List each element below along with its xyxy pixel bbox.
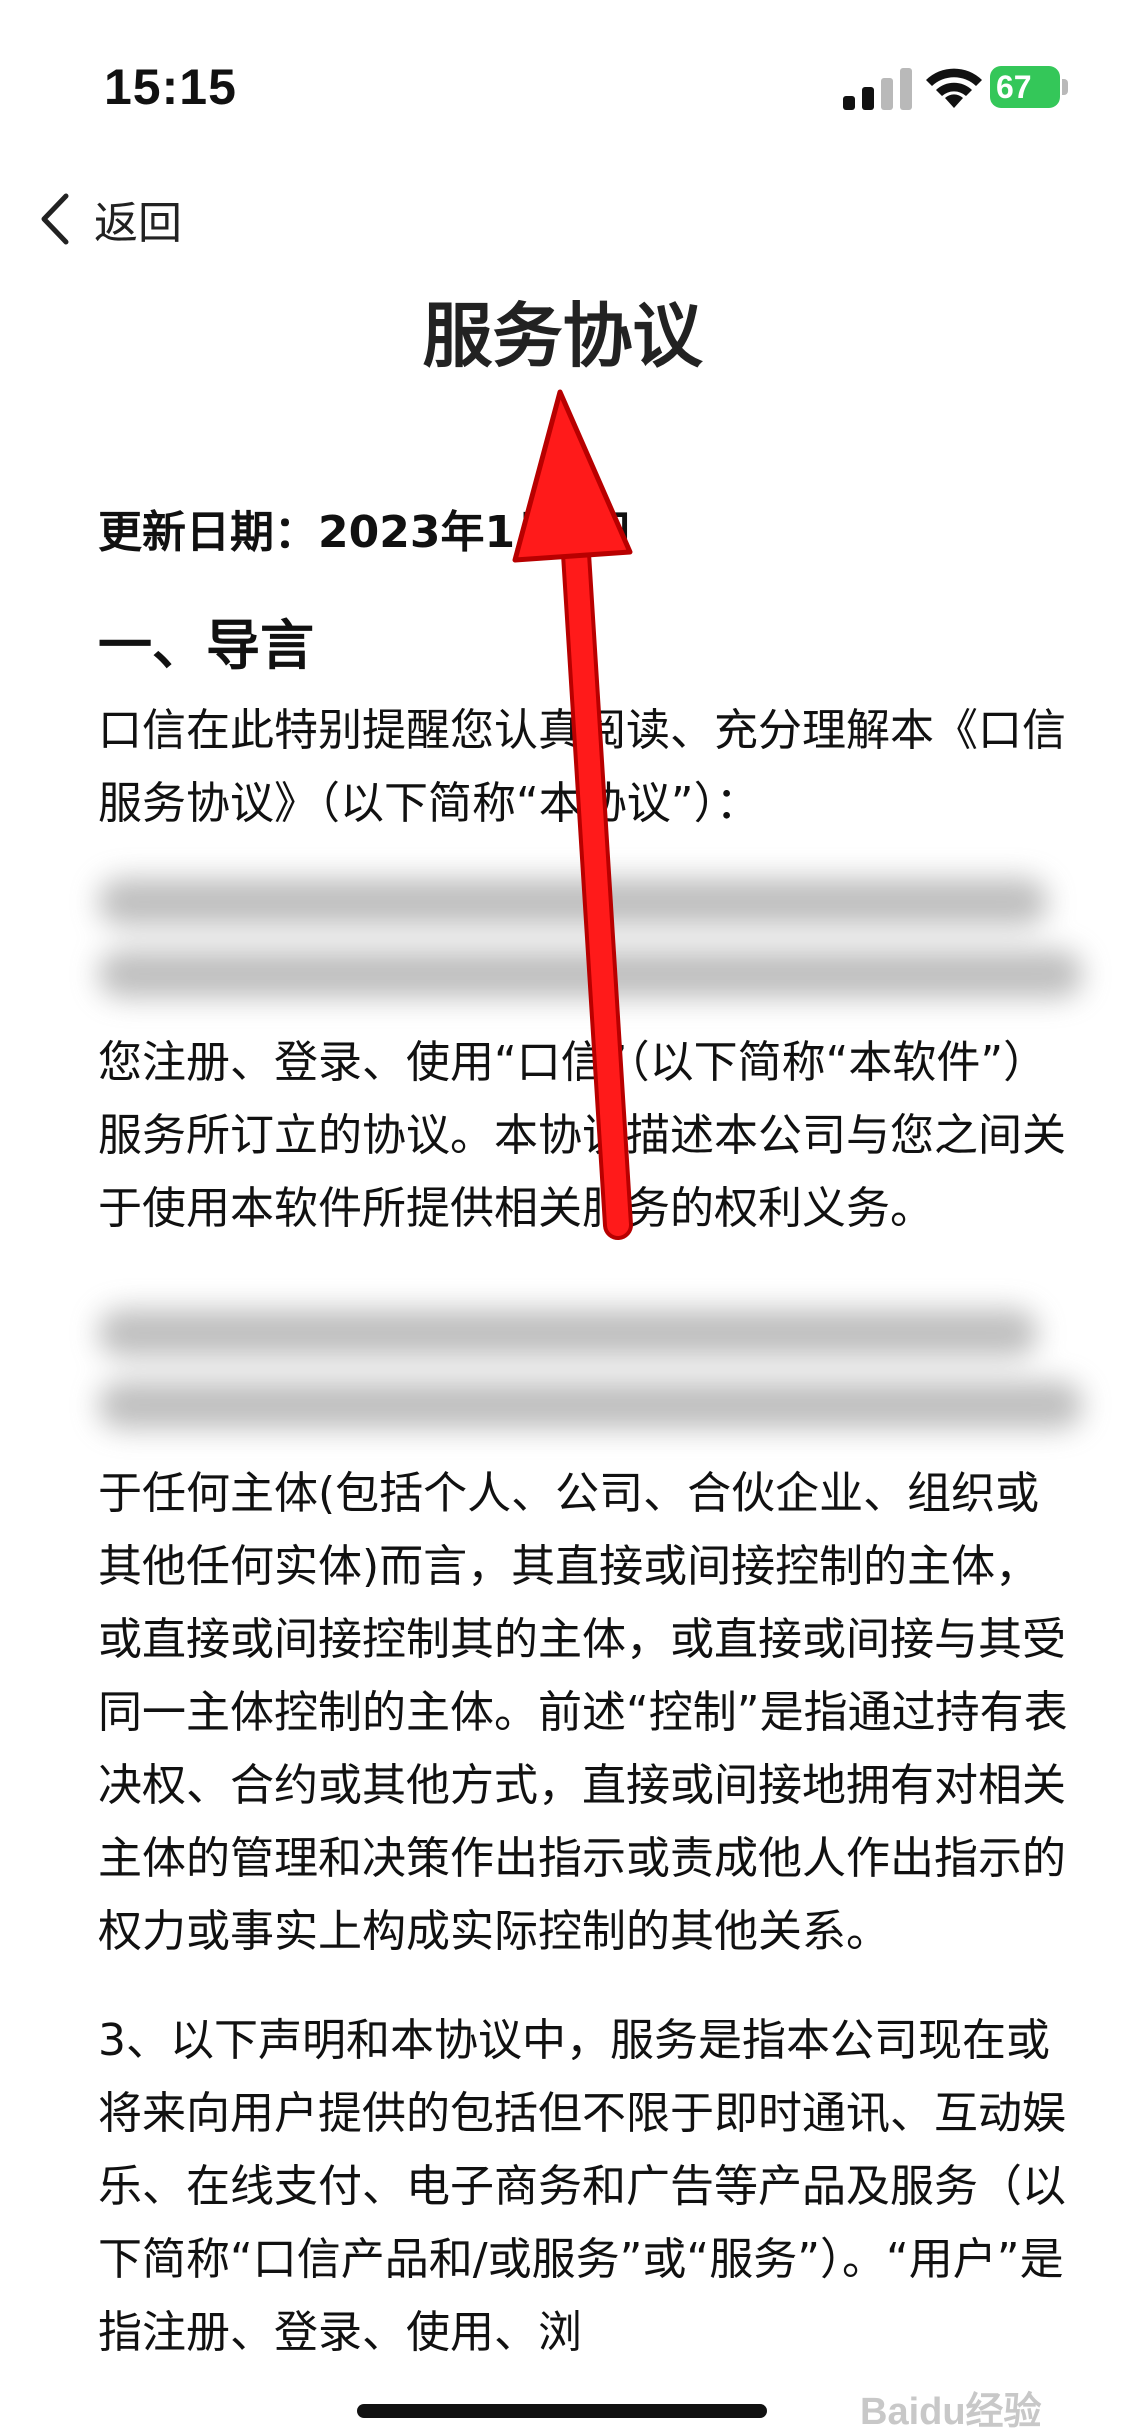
back-label: 返回 [94, 198, 182, 249]
paragraph-services: 3、以下声明和本协议中，服务是指本公司现在或将来向用户提供的包括但不限于即时通讯… [98, 2015, 1066, 2358]
watermark: Baidu经验 [860, 2391, 1042, 2433]
paragraph-definition: 您注册、登录、使用“口信”（以下简称“本软件”）服务所订立的协议。本协议描述本公… [98, 1037, 1066, 1234]
wifi-icon [926, 68, 982, 108]
status-bar: 15:15 67 [0, 0, 1125, 150]
agreement-article: 更新日期：2023年1月1日 一、导言 口信在此特别提醒您认真阅读、充分理解本《… [98, 490, 1083, 2369]
battery-level: 67 [990, 66, 1060, 108]
paragraph-affiliate: 于任何主体(包括个人、公司、合伙企业、组织或其他任何实体)而言，其直接或间接控制… [98, 1468, 1068, 1957]
home-indicator[interactable] [357, 2404, 767, 2418]
page-title: 服务协议 [422, 295, 703, 377]
chevron-left-icon [41, 193, 69, 245]
battery-icon: 67 [990, 66, 1070, 110]
paragraph-intro: 口信在此特别提醒您认真阅读、充分理解本《口信服务协议》（以下简称“本协议”）： [98, 705, 1066, 829]
signal-icon [843, 68, 912, 110]
battery-tip [1062, 79, 1068, 95]
back-button[interactable]: 返回 [38, 184, 182, 254]
section-heading: 一、导言 [98, 614, 314, 677]
blurred-content [98, 1289, 1083, 1439]
blurred-content [98, 858, 1083, 1008]
update-date: 更新日期：2023年1月1日 [98, 507, 634, 558]
status-time: 15:15 [104, 59, 237, 115]
